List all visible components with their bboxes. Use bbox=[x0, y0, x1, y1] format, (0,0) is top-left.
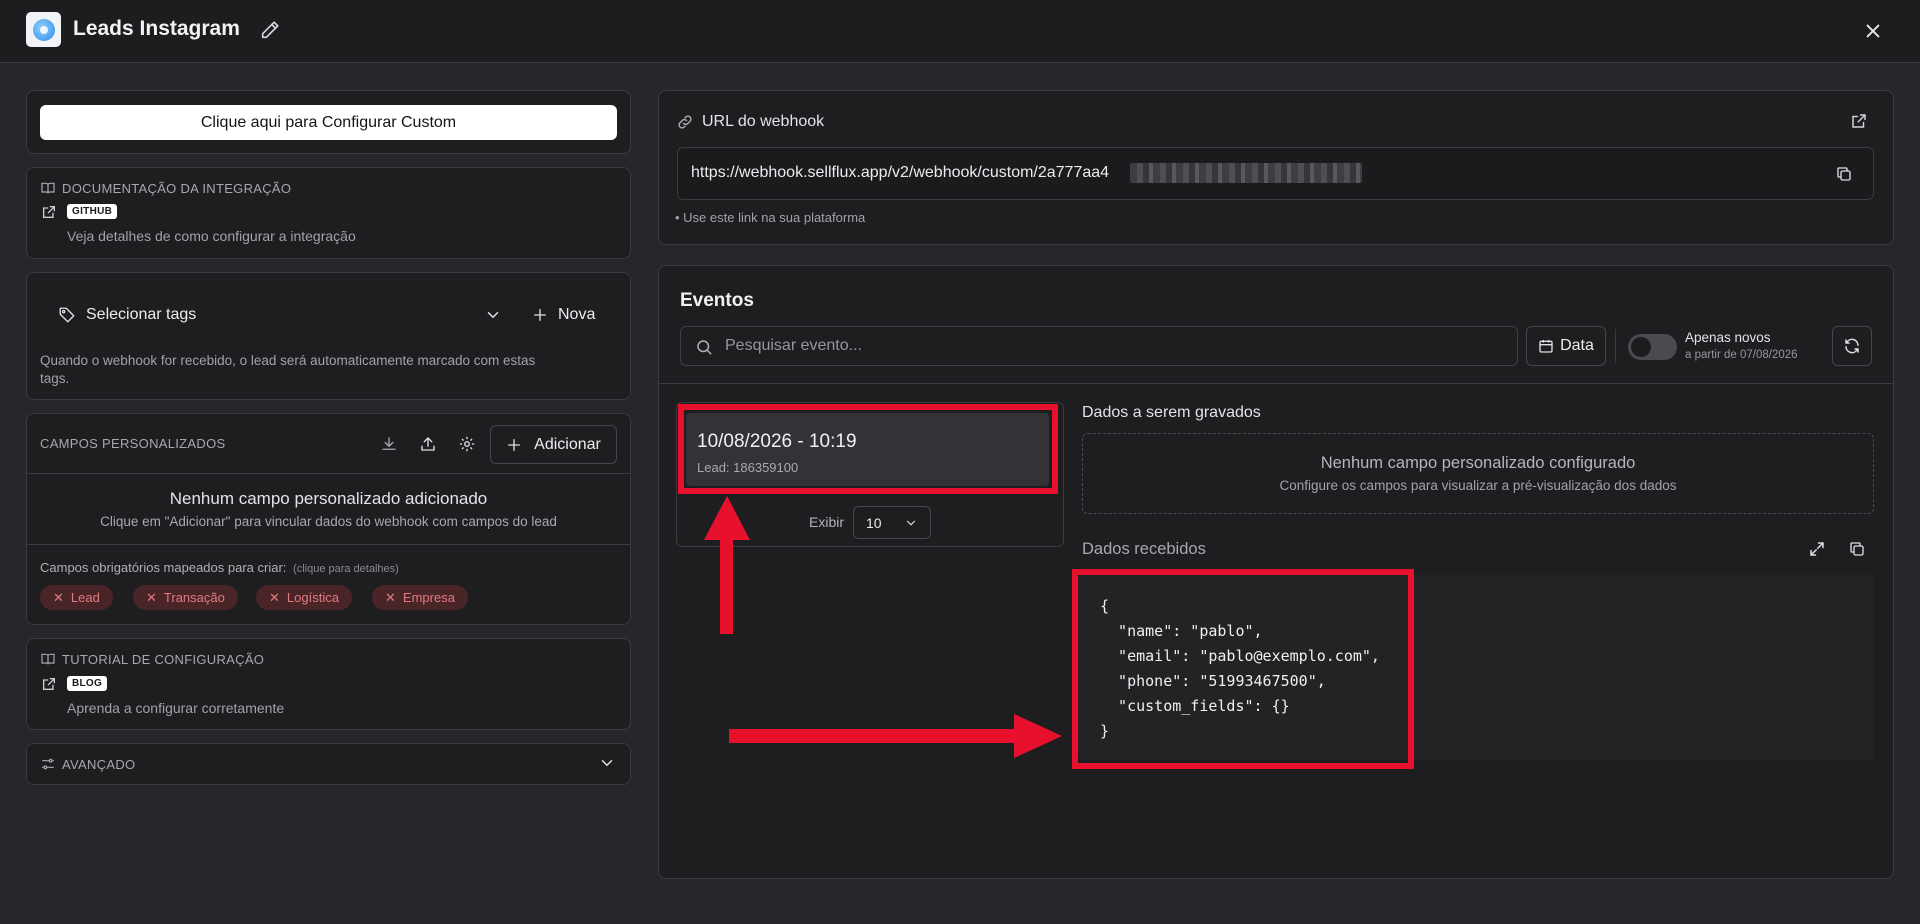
data-to-save-empty-title: Nenhum campo personalizado configurado bbox=[1320, 454, 1636, 472]
only-new-label: Apenas novos bbox=[1685, 330, 1771, 345]
download-icon[interactable] bbox=[376, 431, 402, 457]
data-to-save-heading: Dados a serem gravados bbox=[1082, 404, 1261, 421]
pencil-icon[interactable] bbox=[259, 19, 281, 41]
custom-fields-empty-subtitle: Clique em "Adicionar" para vincular dado… bbox=[100, 514, 557, 529]
refresh-button[interactable] bbox=[1832, 326, 1872, 366]
received-json: { "name": "pablo", "email": "pablo@exemp… bbox=[1100, 597, 1380, 740]
page-title: Leads Instagram bbox=[73, 17, 240, 40]
required-chip-logistica[interactable]: ✕ Logística bbox=[256, 585, 352, 610]
docs-heading: DOCUMENTAÇÃO DA INTEGRAÇÃO bbox=[40, 180, 291, 196]
copy-icon[interactable] bbox=[1848, 540, 1866, 558]
date-filter-button[interactable]: Data bbox=[1526, 326, 1606, 366]
required-chip-transacao[interactable]: ✕ Transação bbox=[133, 585, 238, 610]
required-fields-hint[interactable]: (clique para detalhes) bbox=[293, 563, 399, 575]
github-badge[interactable]: GITHUB bbox=[67, 204, 118, 219]
external-link-icon[interactable] bbox=[1850, 112, 1868, 130]
custom-fields-heading: CAMPOS PERSONALIZADOS bbox=[40, 436, 226, 451]
tags-help: Quando o webhook for recebido, o lead se… bbox=[40, 352, 535, 388]
tutorial-heading: TUTORIAL DE CONFIGURAÇÃO bbox=[40, 651, 264, 667]
redacted-url-blur bbox=[1130, 163, 1362, 183]
only-new-toggle[interactable] bbox=[1628, 334, 1677, 360]
new-tag-button[interactable]: Nova bbox=[532, 302, 595, 328]
configure-custom-button[interactable]: Clique aqui para Configurar Custom bbox=[40, 105, 617, 140]
only-new-sub: a partir de 07/08/2026 bbox=[1685, 349, 1798, 361]
book-icon bbox=[41, 182, 55, 194]
required-fields-label: Campos obrigatórios mapeados para criar:… bbox=[40, 560, 399, 575]
add-field-label: Adicionar bbox=[534, 435, 601, 453]
data-to-save-box: Nenhum campo personalizado configurado C… bbox=[1082, 433, 1874, 514]
new-tag-label: Nova bbox=[558, 306, 596, 323]
show-label: Exibir bbox=[809, 514, 845, 530]
webhook-url: https://webhook.sellflux.app/v2/webhook/… bbox=[691, 164, 1110, 181]
calendar-icon bbox=[1539, 340, 1553, 353]
tutorial-heading-text: TUTORIAL DE CONFIGURAÇÃO bbox=[62, 651, 265, 667]
chevron-down-icon[interactable] bbox=[484, 306, 502, 324]
docs-heading-text: DOCUMENTAÇÃO DA INTEGRAÇÃO bbox=[62, 180, 292, 196]
events-heading: Eventos bbox=[680, 290, 754, 311]
date-filter-label: Data bbox=[1560, 337, 1594, 354]
search-icon bbox=[697, 340, 712, 355]
book-icon bbox=[41, 653, 55, 665]
upload-icon[interactable] bbox=[415, 431, 441, 457]
app-logo bbox=[26, 12, 61, 47]
chip-label: Lead bbox=[70, 590, 100, 605]
event-date: 10/08/2026 - 10:19 bbox=[697, 431, 857, 452]
select-tags-dropdown[interactable]: Selecionar tags bbox=[58, 302, 508, 328]
required-fields-text: Campos obrigatórios mapeados para criar: bbox=[40, 560, 287, 575]
sliders-icon bbox=[42, 758, 54, 770]
x-icon: ✕ bbox=[269, 589, 280, 605]
blog-badge[interactable]: BLOG bbox=[67, 676, 108, 691]
tag-icon bbox=[59, 307, 75, 323]
webhook-heading: URL do webhook bbox=[676, 113, 824, 131]
expand-icon[interactable] bbox=[1808, 540, 1826, 558]
tags-help-line2: tags. bbox=[40, 371, 70, 386]
tutorial-description: Aprenda a configurar corretamente bbox=[67, 700, 285, 716]
copy-icon[interactable] bbox=[1835, 165, 1853, 183]
required-chip-lead[interactable]: ✕ Lead bbox=[40, 585, 113, 610]
tags-help-line1: Quando o webhook for recebido, o lead se… bbox=[40, 353, 536, 368]
page-size-value: 10 bbox=[866, 514, 882, 531]
add-field-button[interactable]: Adicionar bbox=[490, 425, 617, 464]
advanced-heading-text: AVANÇADO bbox=[62, 756, 136, 772]
x-icon: ✕ bbox=[146, 589, 157, 605]
event-search-input[interactable] bbox=[725, 337, 1485, 355]
webhook-hint: • Use este link na sua plataforma bbox=[675, 210, 866, 225]
external-link-icon[interactable] bbox=[41, 676, 57, 692]
toggle-knob bbox=[1631, 337, 1651, 357]
webhook-heading-text: URL do webhook bbox=[702, 113, 825, 130]
top-bar: Leads Instagram bbox=[0, 0, 1920, 63]
select-tags-label: Selecionar tags bbox=[86, 306, 197, 323]
custom-fields-empty-title: Nenhum campo personalizado adicionado bbox=[169, 489, 488, 508]
plus-icon bbox=[508, 438, 521, 451]
plus-icon bbox=[534, 309, 546, 321]
external-link-icon[interactable] bbox=[41, 204, 57, 220]
gear-icon[interactable] bbox=[454, 431, 480, 457]
chevron-down-icon[interactable] bbox=[598, 754, 616, 772]
webhook-url-field[interactable]: https://webhook.sellflux.app/v2/webhook/… bbox=[677, 147, 1874, 200]
docs-description: Veja detalhes de como configurar a integ… bbox=[67, 228, 356, 244]
x-icon: ✕ bbox=[53, 589, 64, 605]
data-to-save-empty-subtitle: Configure os campos para visualizar a pr… bbox=[1279, 478, 1677, 493]
chip-label: Logística bbox=[286, 590, 339, 605]
event-item[interactable]: 10/08/2026 - 10:19 Lead: 186359100 bbox=[686, 413, 1049, 486]
advanced-heading[interactable]: AVANÇADO bbox=[40, 756, 135, 772]
link-icon bbox=[678, 115, 692, 129]
x-icon: ✕ bbox=[385, 589, 396, 605]
chevron-down-icon bbox=[906, 520, 915, 526]
divider bbox=[27, 544, 630, 545]
received-data-heading: Dados recebidos bbox=[1082, 540, 1206, 558]
chip-label: Transação bbox=[163, 590, 225, 605]
required-chip-empresa[interactable]: ✕ Empresa bbox=[372, 585, 468, 610]
divider bbox=[659, 383, 1893, 384]
event-search-box[interactable] bbox=[680, 326, 1518, 366]
refresh-icon bbox=[1845, 338, 1859, 354]
page-size-select[interactable]: 10 bbox=[853, 506, 931, 539]
divider bbox=[1615, 329, 1616, 363]
close-icon[interactable] bbox=[1860, 18, 1886, 44]
event-lead: Lead: 186359100 bbox=[697, 460, 799, 475]
chip-label: Empresa bbox=[402, 590, 455, 605]
divider bbox=[27, 473, 630, 474]
